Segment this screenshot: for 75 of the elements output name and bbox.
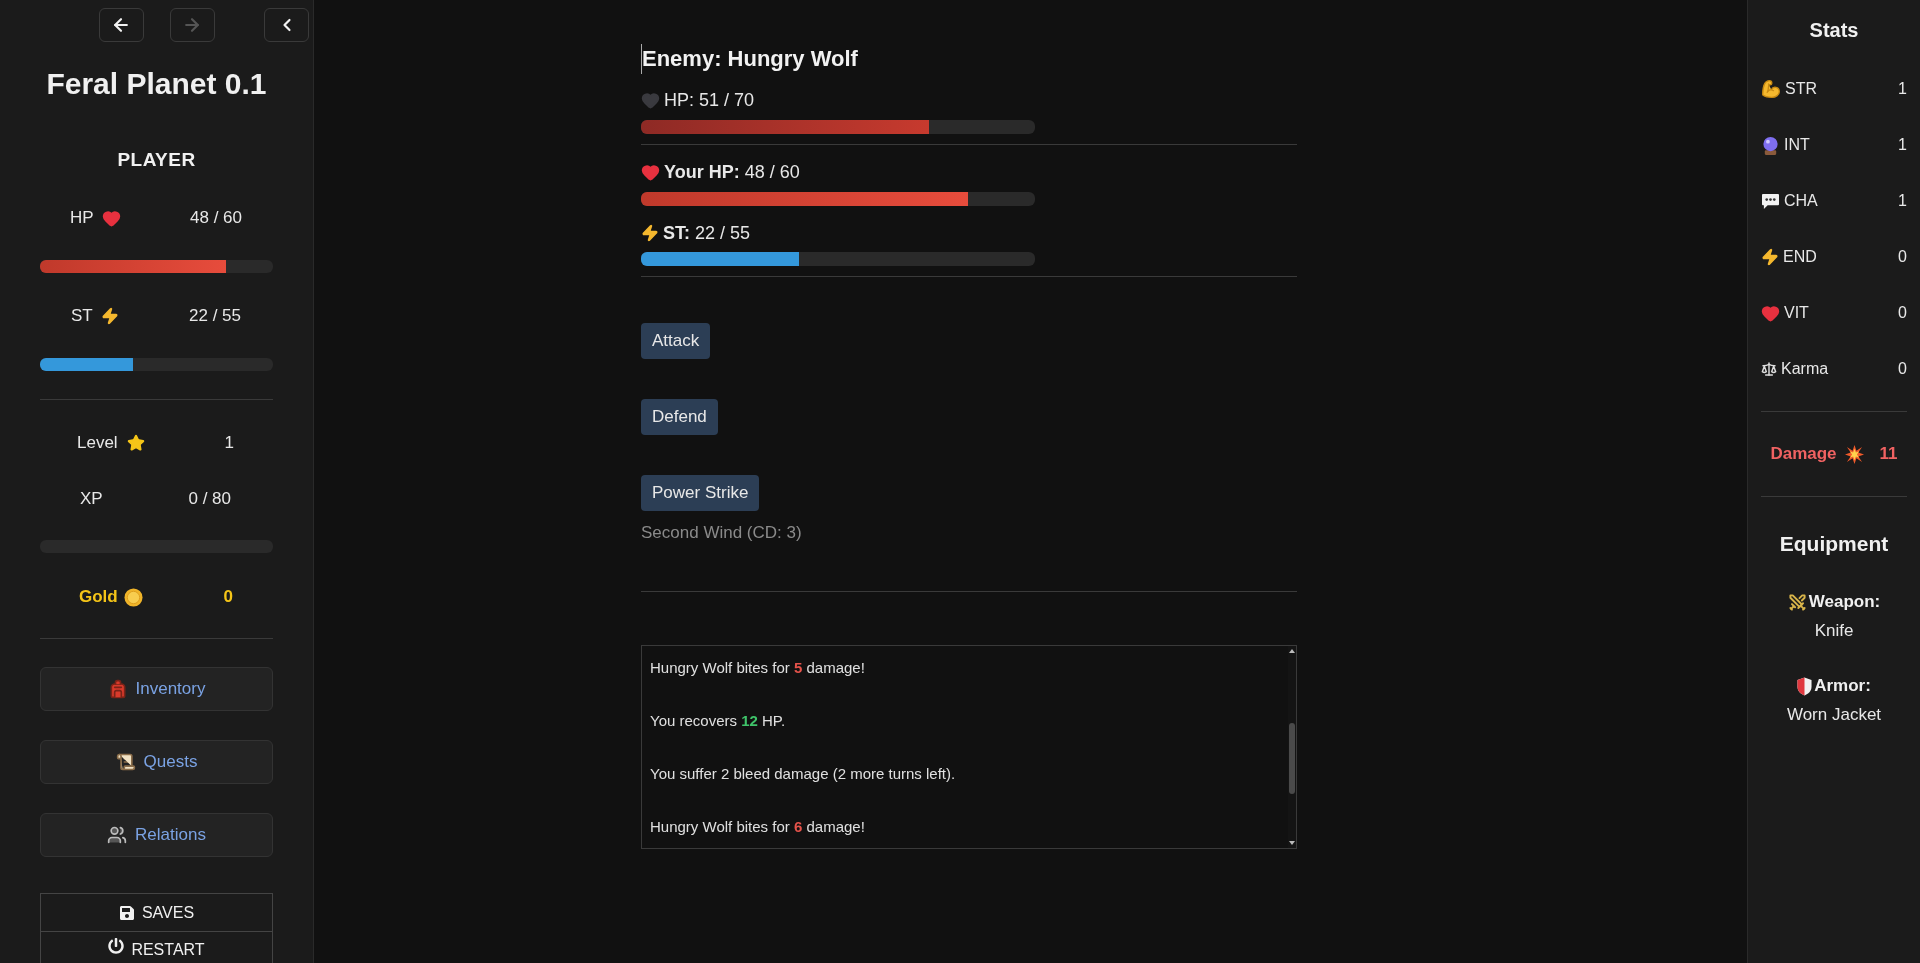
scroll-icon	[115, 752, 136, 772]
shield-icon	[1797, 676, 1813, 696]
stat-label: XP	[80, 488, 103, 511]
stat-value: 1	[1898, 135, 1907, 155]
enemy-title: Enemy: Hungry Wolf	[642, 47, 858, 71]
damage-value: 11	[1879, 443, 1898, 466]
stat-label: ST	[71, 305, 93, 328]
stat-label: STR	[1785, 79, 1817, 99]
stat-value: 0 / 80	[188, 488, 231, 511]
heart-icon	[641, 162, 660, 182]
scroll-down-icon	[1289, 841, 1295, 845]
flexed-arm-icon	[1761, 79, 1781, 99]
lightning-icon	[1761, 248, 1779, 266]
log-entry: You suffer 2 bleed damage (2 more turns left).	[650, 764, 957, 784]
game-title: Feral Planet 0.1	[45, 68, 268, 100]
action-button[interactable]: Power Strike	[641, 475, 760, 511]
stat-label: CHA	[1784, 191, 1818, 211]
stat-value: 0	[1898, 359, 1907, 379]
section-heading: PLAYER	[116, 148, 197, 172]
stat-value: 1	[1898, 79, 1907, 99]
menu-button[interactable]: Inventory	[40, 667, 273, 711]
player-stamina-text: ST: 22 / 55	[663, 221, 751, 245]
ability-cooldown-text: Second Wind (CD: 3)	[641, 522, 802, 544]
scrollbar[interactable]	[1288, 646, 1296, 848]
explosion-icon	[1844, 444, 1864, 464]
power-icon	[108, 938, 125, 954]
save-icon	[118, 904, 135, 921]
stat-label: END	[1783, 247, 1817, 267]
stat-value: 0	[1898, 303, 1907, 323]
scroll-up-icon	[1289, 649, 1295, 653]
star-icon	[126, 434, 145, 452]
log-entry: Hungry Wolf bites for 6 damage!	[650, 817, 866, 837]
heart-icon	[101, 208, 121, 228]
heart-icon	[641, 90, 660, 110]
stat-label: VIT	[1784, 303, 1809, 323]
menu-button[interactable]: Quests	[40, 740, 273, 784]
lightning-icon	[100, 307, 119, 325]
lightning-icon	[641, 224, 659, 242]
damage-label: Damage	[1770, 443, 1837, 466]
enemy-hp-text: HP: 51 / 70	[664, 88, 755, 112]
equipment-value: Worn Jacket	[1786, 704, 1882, 726]
crystal-ball-icon	[1761, 135, 1780, 155]
log-entry: You recovers 12 HP.	[650, 711, 787, 731]
back-button[interactable]	[98, 8, 144, 42]
scrollbar-thumb[interactable]	[1289, 723, 1295, 794]
stat-value: 22 / 55	[189, 305, 241, 328]
equipment-label: Weapon:	[1808, 591, 1881, 614]
action-button[interactable]: Attack	[641, 323, 711, 359]
equipment-label: Armor:	[1814, 675, 1871, 698]
speech-bubble-icon	[1761, 192, 1780, 210]
stat-value: 0	[1898, 247, 1907, 267]
arrow-right-icon	[182, 15, 202, 35]
log-entry: Hungry Wolf bites for 5 damage!	[650, 658, 866, 678]
stat-label: Level	[77, 432, 118, 455]
menu-button[interactable]: Relations	[40, 813, 273, 857]
stat-label: INT	[1784, 135, 1810, 155]
action-button[interactable]: Defend	[641, 399, 718, 435]
stat-label: HP	[70, 207, 94, 230]
stat-value: 1	[224, 432, 234, 455]
stat-value: 48 / 60	[190, 207, 242, 230]
coins-label: Gold	[79, 586, 118, 609]
heart-icon	[1761, 303, 1780, 323]
people-icon	[107, 825, 128, 845]
stat-label: Karma	[1781, 359, 1829, 379]
collapse-sidebar-button[interactable]	[264, 8, 309, 42]
stats-heading: Stats	[1808, 18, 1860, 43]
player-hp-text: Your HP: 48 / 60	[664, 160, 800, 184]
stat-value: 1	[1898, 191, 1907, 211]
equipment-value: Knife	[1814, 620, 1854, 642]
crossed-swords-icon	[1787, 592, 1807, 612]
coin-icon	[123, 587, 143, 607]
equipment-heading: Equipment	[1778, 531, 1890, 557]
text-cursor	[641, 44, 642, 74]
coins-value: 0	[223, 586, 233, 609]
balance-scale-icon	[1761, 361, 1777, 377]
